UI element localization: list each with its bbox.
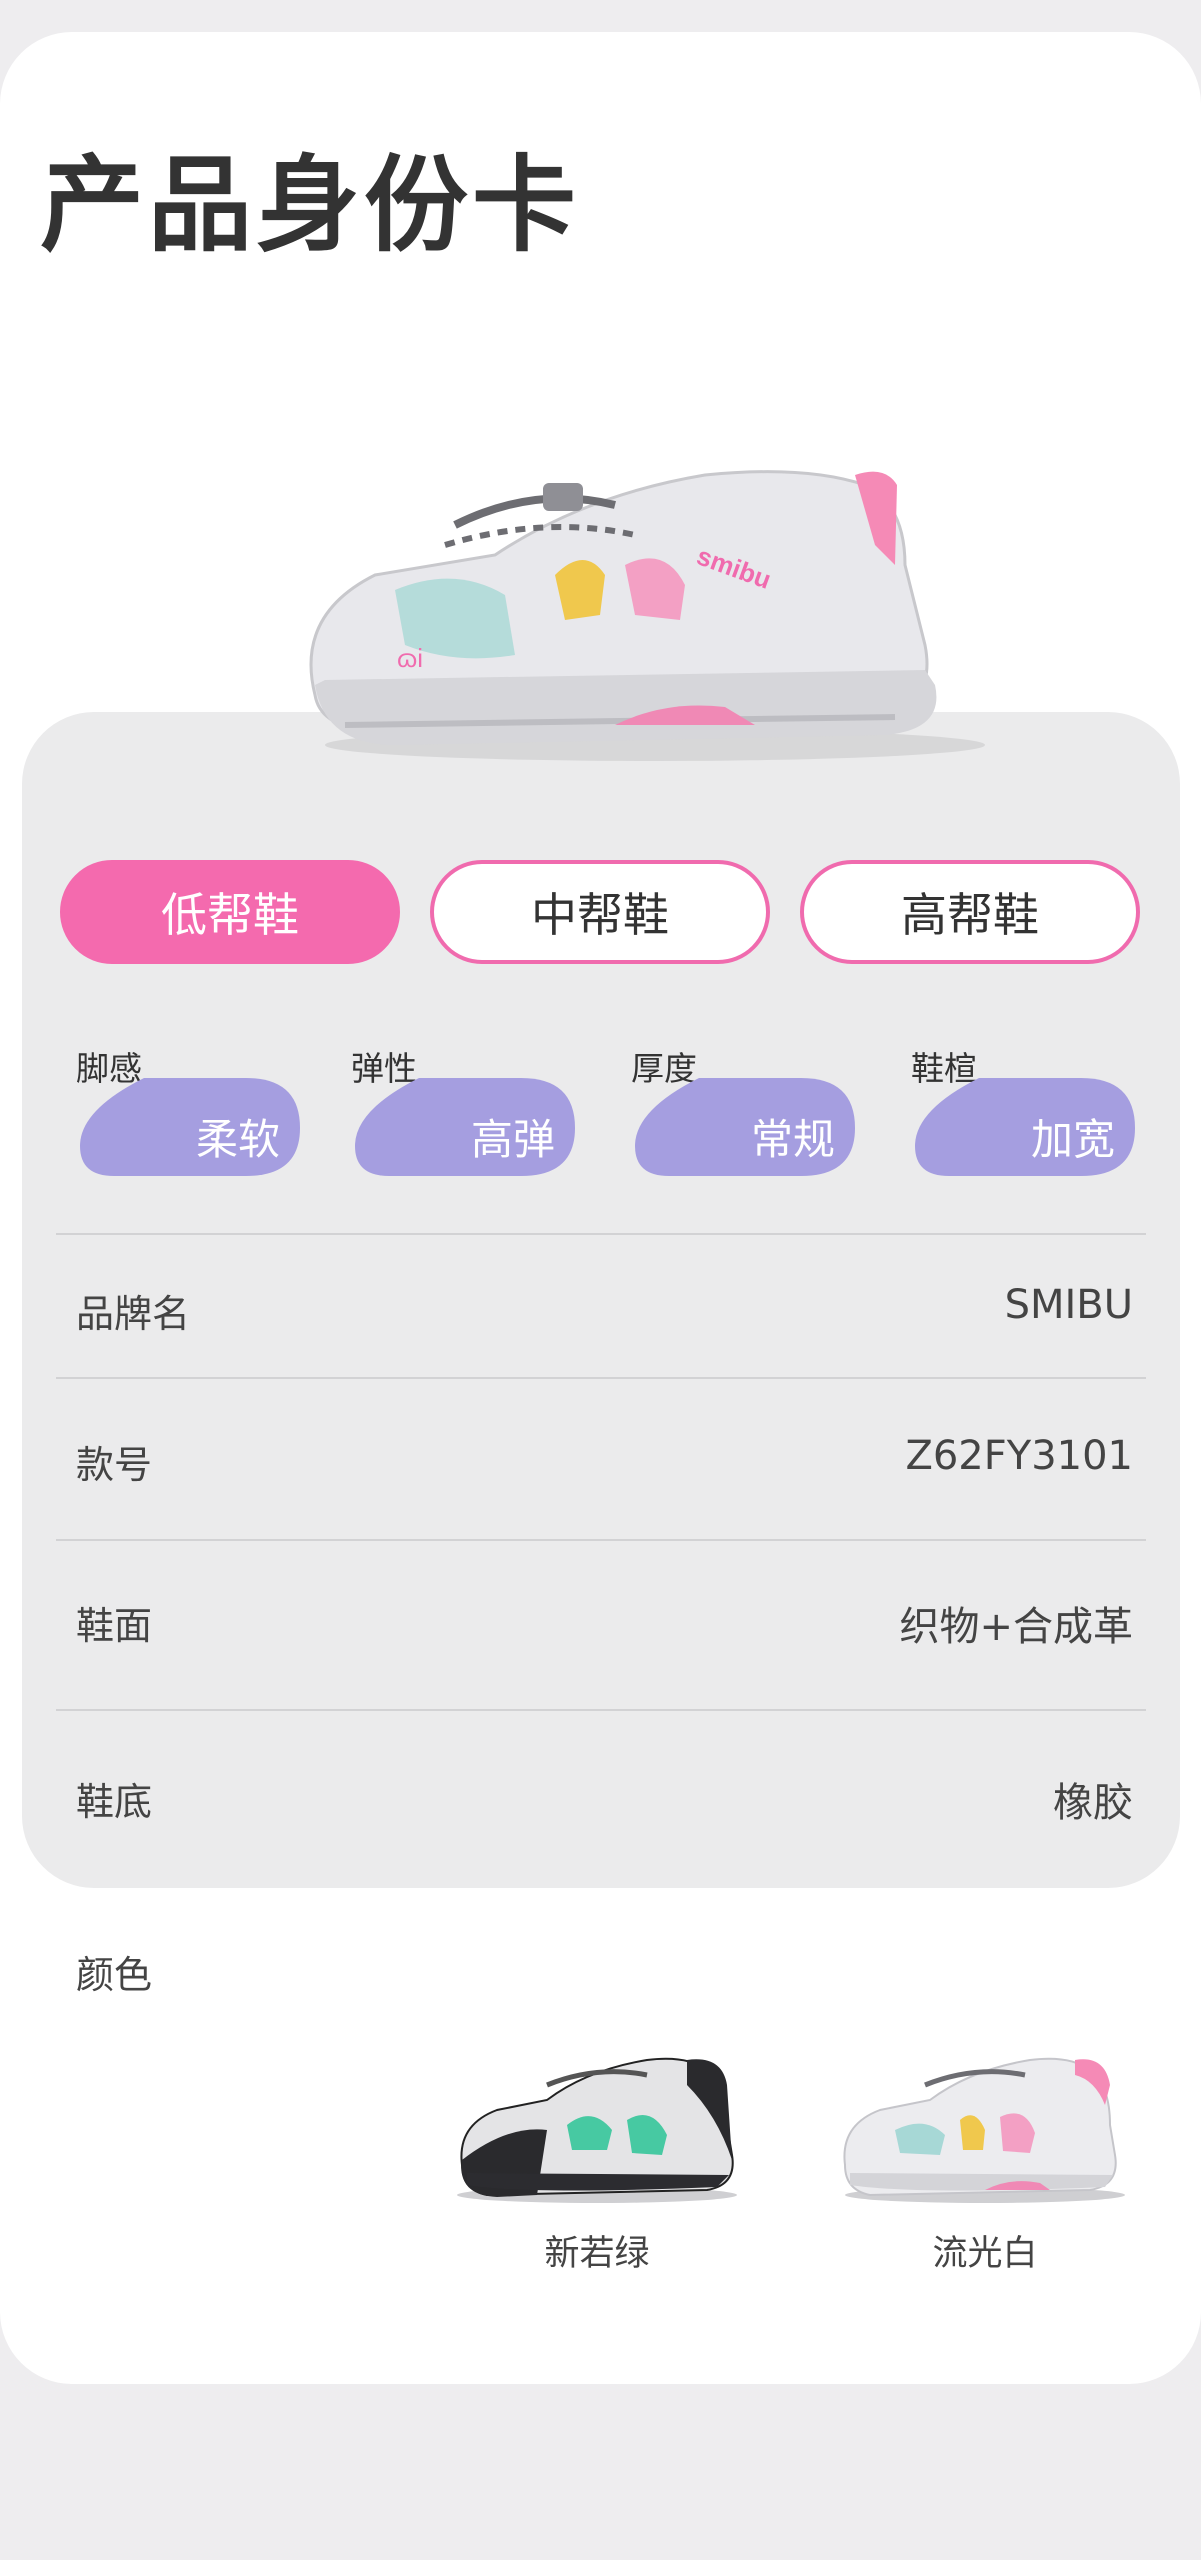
attribute-value: 常规: [750, 1115, 835, 1164]
attribute-value: 柔软: [195, 1115, 280, 1164]
divider: [56, 1539, 1146, 1541]
divider: [56, 1233, 1146, 1235]
color-variant-name: 新若绿: [544, 2234, 650, 2274]
spec-label-sole: 鞋底: [76, 1780, 153, 1824]
attribute-elasticity: 弹性 高弹: [335, 1042, 575, 1182]
divider: [56, 1377, 1146, 1379]
attribute-pill: 柔软: [74, 1072, 300, 1176]
attribute-value: 高弹: [470, 1115, 555, 1164]
tab-label: 低帮鞋: [161, 888, 299, 942]
color-variant-green[interactable]: 新若绿: [447, 2045, 747, 2285]
attribute-last: 鞋楦 加宽: [895, 1042, 1135, 1182]
spec-label-style-no: 款号: [76, 1443, 153, 1487]
attribute-pill: 加宽: [909, 1072, 1135, 1176]
tab-high-top[interactable]: 高帮鞋: [800, 860, 1140, 964]
color-section-title: 颜色: [76, 1953, 153, 1997]
svg-text:ɷi: ɷi: [397, 643, 423, 673]
attribute-thickness: 厚度 常规: [615, 1042, 855, 1182]
color-variant-name: 流光白: [932, 2234, 1038, 2274]
spec-label-brand: 品牌名: [76, 1292, 191, 1336]
shoe-hero-image: smibu ɷi: [309, 470, 985, 761]
tab-mid-top[interactable]: 中帮鞋: [430, 860, 770, 964]
attribute-feel: 脚感 柔软: [60, 1042, 300, 1182]
spec-value-style-no: Z62FY3101: [905, 1433, 1133, 1479]
tab-label: 中帮鞋: [531, 888, 669, 942]
spec-value-upper: 织物+合成革: [899, 1604, 1133, 1650]
color-variant-white[interactable]: 流光白: [835, 2045, 1135, 2285]
attribute-value: 加宽: [1030, 1115, 1115, 1164]
spec-label-upper: 鞋面: [76, 1604, 153, 1648]
divider: [56, 1709, 1146, 1711]
shoe-thumbnail-white: [843, 2057, 1125, 2203]
page-title: 产品身份卡: [40, 144, 581, 266]
shoe-thumbnail-green: [457, 2057, 737, 2203]
tab-low-top[interactable]: 低帮鞋: [60, 860, 400, 964]
shoe-height-tabs: 低帮鞋 中帮鞋 高帮鞋: [58, 860, 1144, 972]
attribute-pill: 高弹: [349, 1072, 575, 1176]
spec-value-brand: SMIBU: [1004, 1282, 1133, 1328]
spec-value-sole: 橡胶: [1053, 1780, 1133, 1826]
attribute-pill: 常规: [629, 1072, 855, 1176]
tab-label: 高帮鞋: [901, 888, 1039, 942]
